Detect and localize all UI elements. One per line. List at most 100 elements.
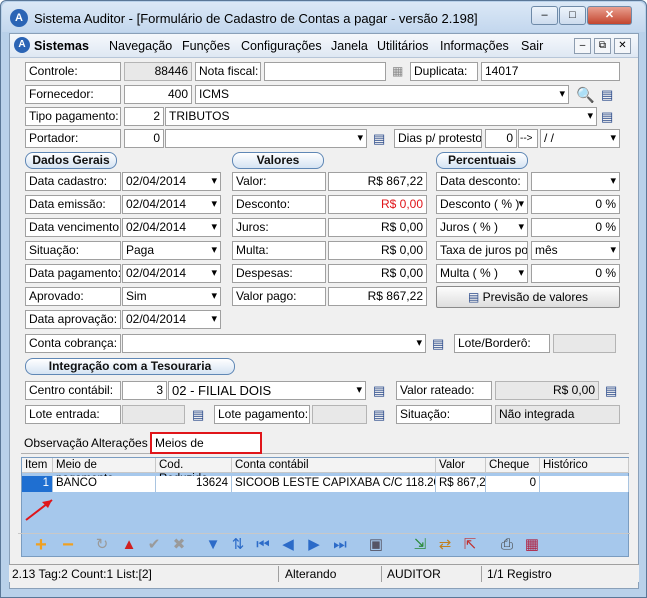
close-button[interactable]: ✕ (587, 6, 632, 25)
confirm-icon[interactable]: ✔ (144, 535, 164, 555)
report-icon[interactable]: ▦ (522, 535, 542, 555)
juros-percent-select[interactable]: Juros ( % ) (436, 218, 528, 237)
col-historico-header[interactable]: Histórico (540, 458, 629, 473)
print-icon[interactable]: ⎙ (497, 535, 517, 555)
grid-icon[interactable]: ▤ (373, 383, 390, 399)
conta-cobranca-select[interactable] (122, 334, 426, 353)
cancel-icon[interactable]: ✖ (169, 535, 189, 555)
juros-input[interactable]: R$ 0,00 (328, 218, 427, 237)
grid-icon[interactable]: ▤ (601, 87, 618, 103)
menu-bar: A Sistemas Navegação Funções Configuraçõ… (10, 34, 638, 58)
lote-bordero-field (553, 334, 616, 353)
col-cod-header[interactable]: Cod. Reduzido (156, 458, 232, 485)
window-icon[interactable]: ▣ (366, 535, 386, 555)
mdi-minimize-button[interactable]: – (574, 38, 591, 54)
desconto-percent-input[interactable]: 0 % (531, 195, 620, 214)
menu-navegacao[interactable]: Navegação (109, 39, 172, 53)
menu-sistemas[interactable]: Sistemas (34, 39, 89, 53)
juros-percent-input[interactable]: 0 % (531, 218, 620, 237)
maximize-button[interactable]: □ (559, 6, 586, 25)
menu-informacoes[interactable]: Informações (440, 39, 509, 53)
data-aprovacao-input[interactable]: 02/04/2014 (122, 310, 221, 329)
data-emissao-input[interactable]: 02/04/2014 (122, 195, 221, 214)
valor-pago-input[interactable]: R$ 867,22 (328, 287, 427, 306)
protesto-date-input[interactable]: / / (540, 129, 620, 148)
import-icon[interactable]: ⇲ (410, 535, 430, 555)
fornecedor-code-input[interactable]: 400 (124, 85, 192, 104)
grid-icon[interactable]: ▤ (605, 383, 622, 399)
nota-fiscal-input[interactable] (264, 62, 386, 81)
duplicata-input[interactable]: 14017 (481, 62, 620, 81)
refresh-icon[interactable]: ↻ (92, 535, 112, 555)
col-meio-header[interactable]: Meio de pagamento (53, 458, 156, 485)
tipo-pagamento-code-input[interactable]: 2 (124, 107, 164, 126)
multa-percent-select[interactable]: Multa ( % ) (436, 264, 528, 283)
tab-meios-pagamento[interactable]: Meios de pagamento (150, 432, 262, 468)
data-desconto-input[interactable] (531, 172, 620, 191)
mdi-close-button[interactable]: ✕ (614, 38, 631, 54)
situacao-label: Situação: (25, 241, 121, 260)
data-cadastro-input[interactable]: 02/04/2014 (122, 172, 221, 191)
tab-alteracoes[interactable]: Alterações (88, 434, 151, 454)
desconto-input[interactable]: R$ 0,00 (328, 195, 427, 214)
desconto-percent-select[interactable]: Desconto ( % ) (436, 195, 528, 214)
transfer-icon[interactable]: ⇄ (435, 535, 455, 555)
menu-sair[interactable]: Sair (521, 39, 543, 53)
data-vencimento-input[interactable]: 02/04/2014 (122, 218, 221, 237)
mdi-restore-button[interactable]: ⧉ (594, 38, 611, 54)
first-record-icon[interactable]: ⏮ (253, 535, 273, 555)
data-pagamento-input[interactable]: 02/04/2014 (122, 264, 221, 283)
add-icon[interactable]: + (31, 535, 51, 555)
centro-contabil-code-input[interactable]: 3 (122, 381, 167, 400)
title-bar: A Sistema Auditor - [Formulário de Cadas… (2, 2, 645, 32)
situacao-select[interactable]: Paga (122, 241, 221, 260)
grid-icon[interactable]: ▤ (432, 336, 449, 352)
multa-input[interactable]: R$ 0,00 (328, 241, 427, 260)
menu-funcoes[interactable]: Funções (182, 39, 230, 53)
col-conta-header[interactable]: Conta contábil (232, 458, 436, 473)
grid-icon: ▤ (467, 290, 483, 304)
portador-select[interactable] (165, 129, 367, 148)
centro-contabil-select[interactable]: 02 - FILIAL DOIS (168, 381, 366, 400)
valor-input[interactable]: R$ 867,22 (328, 172, 427, 191)
dias-protesto-input[interactable]: 0 (485, 129, 517, 148)
grid-icon[interactable]: ▤ (192, 407, 209, 423)
previous-record-icon[interactable]: ◀ (278, 535, 298, 555)
next-record-icon[interactable]: ▶ (304, 535, 324, 555)
dias-arrow-button[interactable]: --> (518, 129, 538, 148)
menu-configuracoes[interactable]: Configurações (241, 39, 322, 53)
aprovado-select[interactable]: Sim (122, 287, 221, 306)
grid-lookup-icon[interactable]: ▦ (392, 64, 409, 80)
cell-conta: SICOOB LESTE CAPIXABA C/C 118.206- (232, 476, 436, 492)
search-icon[interactable]: 🔍 (576, 86, 595, 104)
last-record-icon[interactable]: ⏭ (330, 535, 350, 555)
despesas-input[interactable]: R$ 0,00 (328, 264, 427, 283)
multa-percent-input[interactable]: 0 % (531, 264, 620, 283)
warning-icon[interactable]: ▲ (119, 535, 139, 555)
portador-code-input[interactable]: 0 (124, 129, 164, 148)
menu-janela[interactable]: Janela (331, 39, 368, 53)
percentuais-header: Percentuais (436, 152, 528, 169)
filter-icon[interactable]: ▼ (203, 535, 223, 555)
col-cheque-header[interactable]: Cheque (486, 458, 540, 473)
fornecedor-select[interactable]: ICMS (195, 85, 569, 104)
taxa-juros-select[interactable]: mês (531, 241, 620, 260)
export-icon[interactable]: ⇱ (460, 535, 480, 555)
grid-icon[interactable]: ▤ (601, 109, 618, 125)
col-item-header[interactable]: Item (22, 458, 53, 473)
data-aprovacao-label: Data aprovação: (25, 310, 121, 329)
sort-icon[interactable]: ⇅ (228, 535, 248, 555)
tab-observacao[interactable]: Observação (21, 434, 92, 454)
data-vencimento-label: Data vencimento: (25, 218, 121, 237)
col-valor-header[interactable]: Valor (436, 458, 486, 473)
previsao-valores-button[interactable]: ▤ Previsão de valores (436, 286, 620, 308)
data-cadastro-label: Data cadastro: (25, 172, 121, 191)
remove-icon[interactable]: − (58, 535, 78, 555)
minimize-button[interactable]: – (531, 6, 558, 25)
tipo-pagamento-select[interactable]: TRIBUTOS (165, 107, 597, 126)
despesas-label: Despesas: (232, 264, 326, 283)
app-icon: A (10, 9, 28, 27)
grid-icon[interactable]: ▤ (373, 131, 390, 147)
menu-utilitarios[interactable]: Utilitários (377, 39, 428, 53)
grid-icon[interactable]: ▤ (373, 407, 390, 423)
